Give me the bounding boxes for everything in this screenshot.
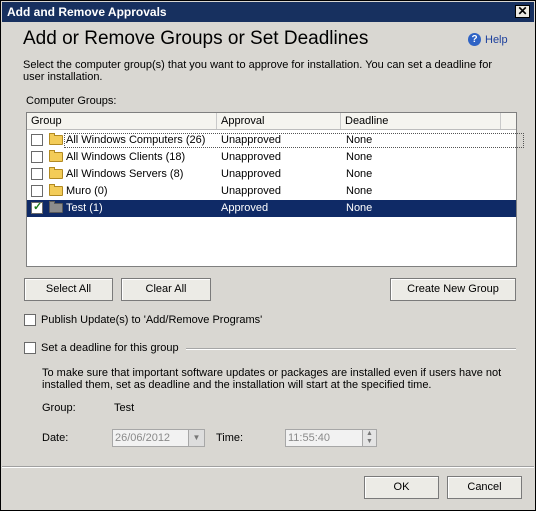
- deadline-value: None: [346, 185, 373, 197]
- date-value: 26/06/2012: [115, 432, 171, 444]
- row-checkbox[interactable]: [31, 168, 43, 180]
- time-value: 11:55:40: [288, 432, 331, 444]
- window-title: Add and Remove Approvals: [7, 5, 167, 19]
- approval-value: Unapproved: [221, 168, 281, 180]
- approval-value: Unapproved: [221, 185, 281, 197]
- folder-icon: [49, 150, 63, 162]
- page-title: Add or Remove Groups or Set Deadlines: [23, 28, 369, 49]
- table-row[interactable]: All Windows Servers (8) Unapproved None: [27, 166, 516, 183]
- column-header-deadline[interactable]: Deadline: [341, 113, 501, 129]
- column-header-group[interactable]: Group: [27, 113, 217, 129]
- approval-value: Unapproved: [221, 134, 281, 146]
- help-label: Help: [485, 33, 508, 46]
- group-label: Group:: [42, 402, 76, 414]
- deadline-value: None: [346, 202, 373, 214]
- table-row[interactable]: All Windows Clients (18) Unapproved None: [27, 149, 516, 166]
- dialog-window: Add and Remove Approvals ✕ Add or Remove…: [0, 0, 536, 511]
- row-checkbox[interactable]: [31, 185, 43, 197]
- create-new-group-button[interactable]: Create New Group: [390, 278, 516, 301]
- date-label: Date:: [42, 432, 69, 444]
- row-checkbox[interactable]: [31, 134, 43, 146]
- deadline-value: None: [346, 151, 373, 163]
- table-row-selected[interactable]: Test (1) Approved None: [27, 200, 516, 217]
- approval-value: Approved: [221, 202, 269, 214]
- divider: [186, 348, 516, 350]
- folder-icon: [49, 201, 63, 213]
- group-name: Muro (0): [66, 185, 108, 197]
- publish-checkbox[interactable]: [24, 314, 36, 326]
- computer-groups-list[interactable]: Group Approval Deadline All Windows Comp…: [26, 112, 524, 267]
- spinner-buttons[interactable]: ▲ ▼: [362, 430, 376, 446]
- table-row[interactable]: Muro (0) Unapproved None: [27, 183, 516, 200]
- deadline-value: None: [346, 134, 373, 146]
- computer-groups-label: Computer Groups:: [26, 95, 117, 107]
- deadline-checkbox-label: Set a deadline for this group: [41, 342, 179, 354]
- list-header: Group Approval Deadline: [27, 113, 516, 130]
- folder-icon: [49, 133, 63, 145]
- group-value: Test: [114, 402, 135, 414]
- help-icon: ?: [468, 33, 481, 46]
- cancel-button[interactable]: Cancel: [447, 476, 522, 499]
- title-bar[interactable]: Add and Remove Approvals ✕: [2, 2, 534, 22]
- clear-all-button[interactable]: Clear All: [121, 278, 211, 301]
- group-name: All Windows Clients (18): [66, 151, 186, 163]
- row-checkbox[interactable]: [31, 200, 43, 214]
- group-name: All Windows Servers (8): [66, 168, 184, 180]
- approval-value: Unapproved: [221, 151, 281, 163]
- instructions-text: Select the computer group(s) that you wa…: [23, 59, 493, 83]
- group-name: All Windows Computers (26): [66, 134, 206, 146]
- time-label: Time:: [216, 432, 244, 444]
- group-name: Test (1): [66, 202, 103, 214]
- time-spinner[interactable]: 11:55:40 ▲ ▼: [285, 429, 377, 447]
- deadline-info-text: To make sure that important software upd…: [42, 367, 502, 391]
- footer-divider: [2, 466, 534, 468]
- spin-down-icon[interactable]: ▼: [363, 438, 376, 446]
- deadline-value: None: [346, 168, 373, 180]
- folder-icon: [49, 167, 63, 179]
- column-header-approval[interactable]: Approval: [217, 113, 341, 129]
- help-link[interactable]: ? Help: [468, 33, 508, 46]
- row-checkbox[interactable]: [31, 151, 43, 163]
- publish-checkbox-label: Publish Update(s) to 'Add/Remove Program…: [41, 314, 263, 326]
- chevron-down-icon[interactable]: ▼: [188, 430, 204, 446]
- select-all-button[interactable]: Select All: [24, 278, 113, 301]
- close-icon[interactable]: ✕: [515, 5, 530, 18]
- spin-up-icon[interactable]: ▲: [363, 430, 376, 438]
- folder-icon: [49, 184, 63, 196]
- table-row[interactable]: All Windows Computers (26) Unapproved No…: [27, 132, 524, 149]
- deadline-checkbox[interactable]: [24, 342, 36, 354]
- date-picker[interactable]: 26/06/2012 ▼: [112, 429, 205, 447]
- ok-button[interactable]: OK: [364, 476, 439, 499]
